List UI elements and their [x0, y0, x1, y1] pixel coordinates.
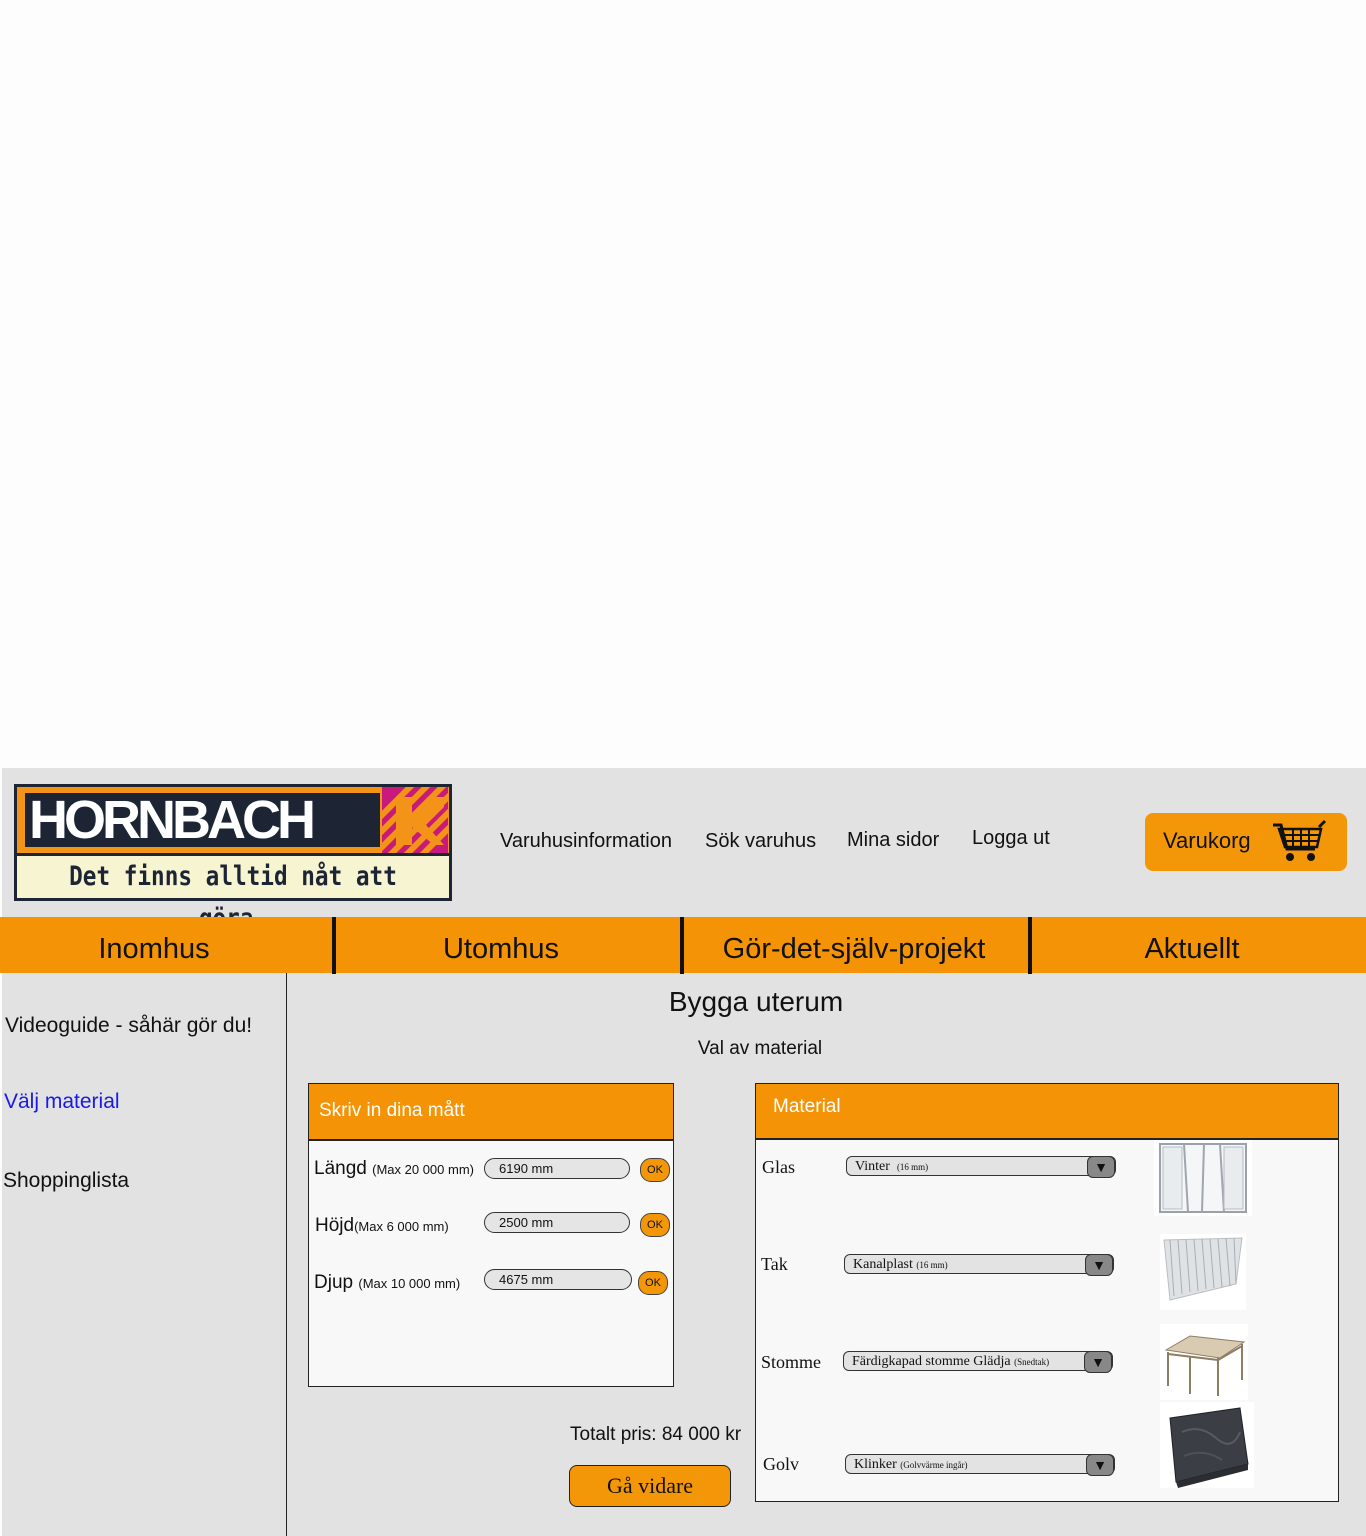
- dimension-hint: (Max 6 000 mm): [354, 1219, 449, 1234]
- nav-inomhus[interactable]: Inomhus: [0, 917, 308, 973]
- dimension-label-hojd: Höjd(Max 6 000 mm): [315, 1215, 449, 1237]
- material-label-tak: Tak: [761, 1254, 788, 1274]
- dimension-label-djup: Djup (Max 10 000 mm): [314, 1272, 460, 1294]
- nav-aktuellt[interactable]: Aktuellt: [1032, 917, 1352, 973]
- cart-button[interactable]: Varukorg: [1145, 813, 1347, 871]
- logo-slogan: Det finns alltid nåt att göra.: [69, 861, 397, 934]
- langd-ok-button[interactable]: OK: [640, 1158, 670, 1182]
- langd-input[interactable]: 6190 mm: [484, 1158, 630, 1179]
- select-value: Färdigkapad stomme Glädja (Snedtak): [852, 1354, 1050, 1369]
- total-price: Totalt pris: 84 000 kr: [570, 1424, 742, 1445]
- dimension-name: Djup: [314, 1272, 354, 1293]
- logo-wordmark: HORNBACH: [25, 793, 380, 847]
- dimensions-panel-header: Skriv in dina mått: [309, 1084, 673, 1141]
- continue-button[interactable]: Gå vidare: [569, 1465, 731, 1507]
- link-mina-sidor[interactable]: Mina sidor: [847, 829, 939, 852]
- nav-utomhus[interactable]: Utomhus: [336, 917, 666, 973]
- logo-banner: HORNBACH: [17, 787, 449, 856]
- dimension-name: Höjd: [315, 1215, 355, 1236]
- dimensions-panel: Skriv in dina mått Längd (Max 20 000 mm)…: [308, 1083, 674, 1387]
- cart-label: Varukorg: [1163, 828, 1251, 853]
- glas-thumbnail: [1154, 1140, 1252, 1216]
- stomme-thumbnail: [1160, 1324, 1248, 1400]
- material-label-glas: Glas: [762, 1157, 795, 1177]
- dimension-hint: (Max 10 000 mm): [358, 1276, 461, 1291]
- dropdown-arrow-icon: ▼: [1085, 1254, 1113, 1276]
- golv-select[interactable]: Klinker (Golvvärme ingår) ▼: [845, 1454, 1115, 1476]
- app: HORNBACH Det finns alltid nåt att göra. …: [0, 768, 1366, 1536]
- dimension-hint: (Max 20 000 mm): [372, 1162, 474, 1177]
- material-panel-header: Material: [756, 1084, 1338, 1140]
- sidebar-item-valj-material[interactable]: Välj material: [4, 1090, 120, 1114]
- hornbach-logo-mark: [382, 787, 448, 853]
- link-varuhusinformation[interactable]: Varuhusinformation: [500, 830, 672, 853]
- sidebar-item-videoguide[interactable]: Videoguide - såhär gör du!: [5, 1014, 252, 1038]
- main-nav: Inomhus Utomhus Gör-det-själv-projekt Ak…: [0, 917, 1366, 974]
- page-title: Bygga uterum: [668, 986, 844, 1017]
- material-panel: Material Glas Vinter (16 mm) ▼ Tak Kanal…: [755, 1083, 1339, 1502]
- shopping-cart-icon: [1273, 819, 1327, 861]
- hornbach-logo[interactable]: HORNBACH Det finns alltid nåt att göra.: [14, 784, 452, 934]
- select-value: Kanalplast (16 mm): [853, 1257, 948, 1272]
- hojd-ok-button[interactable]: OK: [640, 1213, 670, 1237]
- glas-select[interactable]: Vinter (16 mm) ▼: [846, 1156, 1116, 1178]
- dropdown-arrow-icon: ▼: [1084, 1351, 1112, 1373]
- dimensions-panel-title: Skriv in dina mått: [319, 1100, 465, 1121]
- djup-ok-button[interactable]: OK: [638, 1271, 668, 1295]
- nav-gor-det-sjalv[interactable]: Gör-det-själv-projekt: [684, 917, 1024, 973]
- dimension-name: Längd: [314, 1158, 367, 1179]
- tak-thumbnail: [1160, 1234, 1246, 1310]
- djup-input[interactable]: 4675 mm: [484, 1269, 632, 1290]
- sidebar-item-shoppinglista[interactable]: Shoppinglista: [3, 1169, 129, 1193]
- tak-select[interactable]: Kanalplast (16 mm) ▼: [844, 1254, 1114, 1276]
- select-value: Klinker (Golvvärme ingår): [854, 1457, 968, 1472]
- golv-thumbnail: [1160, 1402, 1254, 1488]
- page-subtitle: Val av material: [697, 1038, 823, 1059]
- hojd-input[interactable]: 2500 mm: [484, 1212, 630, 1233]
- logo-word: HORNBACH: [29, 790, 316, 850]
- stomme-select[interactable]: Färdigkapad stomme Glädja (Snedtak) ▼: [843, 1351, 1113, 1373]
- material-panel-title: Material: [773, 1096, 841, 1117]
- dimension-label-langd: Längd (Max 20 000 mm): [314, 1158, 474, 1180]
- select-value: Vinter (16 mm): [855, 1159, 929, 1174]
- material-label-stomme: Stomme: [761, 1352, 822, 1372]
- material-label-golv: Golv: [763, 1454, 799, 1474]
- dropdown-arrow-icon: ▼: [1086, 1454, 1114, 1476]
- dropdown-arrow-icon: ▼: [1087, 1156, 1115, 1178]
- link-logga-ut[interactable]: Logga ut: [972, 827, 1050, 850]
- link-sok-varuhus[interactable]: Sök varuhus: [705, 830, 816, 853]
